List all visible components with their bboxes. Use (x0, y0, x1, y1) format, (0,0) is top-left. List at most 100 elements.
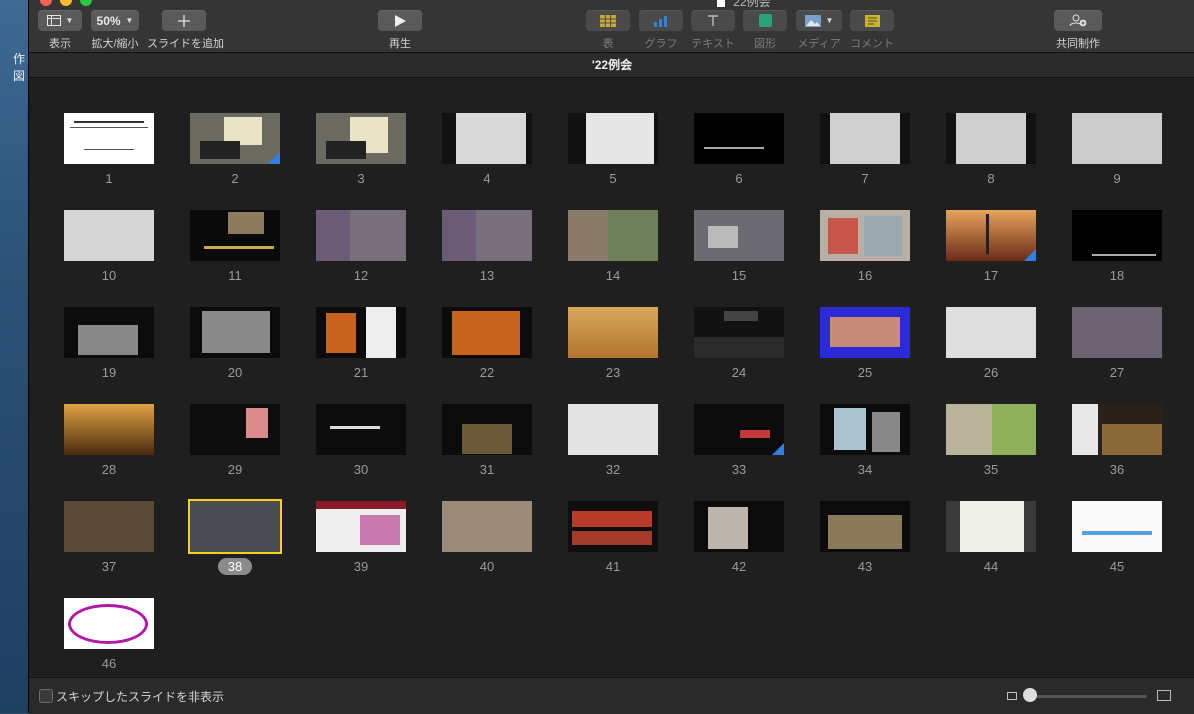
minimize-window-button[interactable] (60, 0, 72, 6)
slide-preview (64, 113, 154, 164)
slide-thumbnail[interactable]: 3 (316, 113, 406, 188)
slide-thumbnail[interactable]: 27 (1072, 307, 1162, 382)
slide-thumbnail[interactable]: 41 (568, 501, 658, 576)
slide-thumbnail[interactable]: 22 (442, 307, 532, 382)
slide-thumbnail[interactable]: 40 (442, 501, 532, 576)
slide-thumbnail[interactable]: 21 (316, 307, 406, 382)
slide-thumbnail[interactable]: 16 (820, 210, 910, 285)
chart-button[interactable] (639, 10, 683, 31)
view-button[interactable]: ▼ (38, 10, 82, 31)
slide-thumbnail[interactable]: 19 (64, 307, 154, 382)
slider-knob[interactable] (1023, 688, 1037, 702)
media-control[interactable]: ▼ メディア (793, 10, 845, 51)
slide-thumbnail[interactable]: 42 (694, 501, 784, 576)
slide-thumbnail[interactable]: 7 (820, 113, 910, 188)
slide-thumbnail[interactable]: 37 (64, 501, 154, 576)
slide-thumbnail[interactable]: 39 (316, 501, 406, 576)
slide-thumbnail[interactable]: 35 (946, 404, 1036, 479)
slide-number: 22 (479, 365, 495, 380)
slide-thumbnail[interactable]: 6 (694, 113, 784, 188)
comment-button[interactable] (850, 10, 894, 31)
slide-thumbnail[interactable]: 5 (568, 113, 658, 188)
slide-thumbnail[interactable]: 34 (820, 404, 910, 479)
collaborate-control[interactable]: 共同制作 (1051, 10, 1105, 51)
close-window-button[interactable] (40, 0, 52, 6)
image-icon (804, 14, 821, 27)
chart-label: グラフ (644, 38, 678, 50)
slide-thumbnail[interactable]: 45 (1072, 501, 1162, 576)
slide-thumbnail[interactable]: 44 (946, 501, 1036, 576)
slide-thumbnail[interactable]: 17 (946, 210, 1036, 285)
slide-number: 28 (101, 462, 117, 477)
slide-number: 17 (983, 268, 999, 283)
slide-preview (190, 404, 280, 455)
slide-thumbnail[interactable]: 20 (190, 307, 280, 382)
bottom-bar: スキップしたスライドを非表示 (29, 677, 1194, 714)
slide-preview (694, 307, 784, 358)
slide-thumbnail[interactable]: 24 (694, 307, 784, 382)
slide-thumbnail[interactable]: 43 (820, 501, 910, 576)
slide-thumbnail[interactable]: 12 (316, 210, 406, 285)
slide-thumbnail[interactable]: 36 (1072, 404, 1162, 479)
slide-preview (442, 404, 532, 455)
skip-marker (1024, 249, 1036, 261)
hide-skipped-checkbox[interactable] (39, 689, 53, 703)
shape-button[interactable] (743, 10, 787, 31)
slide-thumbnail[interactable]: 1 (64, 113, 154, 188)
slide-thumbnail[interactable]: 10 (64, 210, 154, 285)
text-button[interactable] (691, 10, 735, 31)
play-control[interactable]: 再生 (378, 10, 422, 51)
slide-preview (1072, 113, 1162, 164)
slide-thumbnail[interactable]: 4 (442, 113, 532, 188)
view-label: 表示 (49, 38, 71, 50)
slide-thumbnail[interactable]: 31 (442, 404, 532, 479)
slide-thumbnail-selected[interactable]: 38 (188, 499, 282, 576)
slide-thumbnail[interactable]: 11 (190, 210, 280, 285)
zoom-control[interactable]: 50% ▼ 拡大/縮小 (87, 10, 143, 51)
slide-preview (442, 113, 532, 164)
slide-preview (1072, 210, 1162, 261)
slide-preview (568, 113, 658, 164)
zoom-select[interactable]: 50% ▼ (91, 10, 139, 31)
slide-preview (190, 113, 280, 164)
thumbnail-size-slider[interactable] (1027, 695, 1147, 698)
shape-control[interactable]: 図形 (743, 10, 787, 51)
slide-thumbnail[interactable]: 33 (694, 404, 784, 479)
table-control[interactable]: 表 (586, 10, 630, 51)
slide-thumbnail[interactable]: 46 (64, 598, 154, 673)
slide-thumbnail[interactable]: 29 (190, 404, 280, 479)
view-control[interactable]: ▼ 表示 (37, 10, 83, 51)
comment-control[interactable]: コメント (847, 10, 897, 51)
slide-preview (568, 404, 658, 455)
slide-thumbnail[interactable]: 23 (568, 307, 658, 382)
media-button[interactable]: ▼ (796, 10, 842, 31)
text-control[interactable]: テキスト (687, 10, 739, 51)
slide-thumbnail[interactable]: 8 (946, 113, 1036, 188)
slide-thumbnail[interactable]: 2 (190, 113, 280, 188)
slide-thumbnail[interactable]: 25 (820, 307, 910, 382)
slide-number: 3 (357, 171, 365, 186)
slide-thumbnail[interactable]: 18 (1072, 210, 1162, 285)
slide-number: 13 (479, 268, 495, 283)
slide-thumbnail[interactable]: 28 (64, 404, 154, 479)
slide-thumbnail[interactable]: 13 (442, 210, 532, 285)
slide-number: 42 (731, 559, 747, 574)
slide-thumbnail[interactable]: 30 (316, 404, 406, 479)
slide-thumbnail[interactable]: 32 (568, 404, 658, 479)
chevron-down-icon: ▼ (825, 16, 834, 25)
slide-preview (316, 307, 406, 358)
slide-preview (820, 113, 910, 164)
zoom-window-button[interactable] (80, 0, 92, 6)
add-slide-control[interactable]: スライドを追加 (147, 10, 224, 51)
add-slide-button[interactable] (162, 10, 206, 31)
slide-thumbnail[interactable]: 26 (946, 307, 1036, 382)
slide-thumbnail[interactable]: 15 (694, 210, 784, 285)
table-button[interactable] (586, 10, 630, 31)
slide-thumbnail[interactable]: 14 (568, 210, 658, 285)
document-title: '22例会 (591, 58, 633, 72)
chart-control[interactable]: グラフ (637, 10, 685, 51)
slide-thumbnail[interactable]: 9 (1072, 113, 1162, 188)
slide-number: 41 (605, 559, 621, 574)
collaborate-button[interactable] (1054, 10, 1102, 31)
play-button[interactable] (378, 10, 422, 31)
